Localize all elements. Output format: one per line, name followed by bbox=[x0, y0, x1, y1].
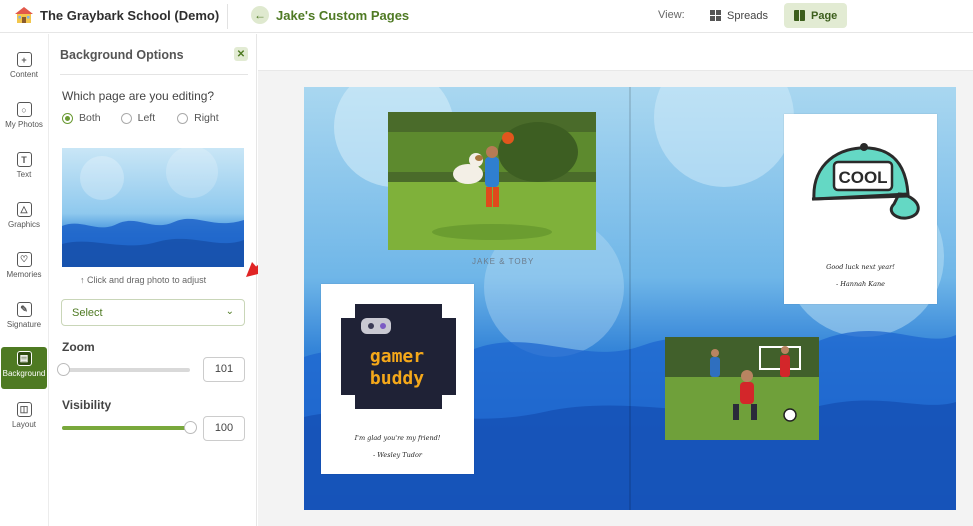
project-title: Jake's Custom Pages bbox=[276, 8, 410, 23]
panel-title: Background Options bbox=[60, 48, 184, 62]
plus-circle-icon: + bbox=[16, 52, 32, 67]
cool-cap-graphic: COOL bbox=[811, 143, 920, 220]
grid-icon bbox=[710, 10, 721, 21]
school-title: The Graybark School (Demo) bbox=[40, 7, 220, 23]
signature-card-left[interactable]: gamer buddy I'm glad you're my friend! -… bbox=[321, 284, 474, 474]
school-brand[interactable]: The Graybark School (Demo) bbox=[14, 6, 219, 24]
shapes-icon: △ bbox=[16, 202, 32, 217]
rail-item-label: Signature bbox=[6, 320, 42, 329]
background-preview[interactable] bbox=[62, 148, 244, 267]
card-signature: - Wesley Tudor bbox=[373, 451, 422, 459]
rail-item-label: Graphics bbox=[7, 220, 40, 229]
rail-item-label: My Photos bbox=[5, 120, 43, 129]
rail-item-label: Text bbox=[16, 170, 32, 179]
radio-left[interactable]: Left bbox=[120, 112, 156, 124]
view-page-label: Page bbox=[811, 9, 838, 22]
visibility-slider[interactable] bbox=[62, 421, 197, 434]
header-divider bbox=[227, 4, 228, 29]
view-page-button[interactable]: Page bbox=[784, 3, 848, 28]
canvas-toolbar bbox=[258, 34, 973, 71]
gamer-buddy-graphic: gamer buddy bbox=[341, 304, 456, 409]
select-value: Select bbox=[72, 307, 103, 319]
view-spreads-button[interactable]: Spreads bbox=[700, 3, 778, 28]
panel-header: Background Options ✕ bbox=[60, 46, 248, 75]
radio-label: Right bbox=[194, 112, 219, 124]
signature-card-right[interactable]: COOL Good luck next year! - Hannah Kane bbox=[784, 114, 937, 304]
radio-both[interactable]: Both bbox=[62, 112, 101, 124]
background-icon: ▤ bbox=[16, 351, 32, 366]
school-house-icon bbox=[15, 7, 33, 23]
rail-item-layout[interactable]: ◫ Layout bbox=[1, 398, 47, 438]
page-spread[interactable]: JAKE & TOBY gamer buddy I'm glad you're … bbox=[304, 87, 956, 510]
radio-right[interactable]: Right bbox=[177, 112, 219, 124]
photos-icon: ○ bbox=[16, 102, 32, 117]
spread-fold bbox=[629, 87, 631, 510]
radio-label: Left bbox=[137, 112, 156, 124]
background-select[interactable]: Select ⌄ bbox=[61, 299, 245, 326]
view-spreads-label: Spreads bbox=[727, 9, 768, 22]
arrow-up-icon: ↑ bbox=[80, 275, 85, 285]
zoom-slider[interactable] bbox=[57, 363, 190, 376]
zoom-value-input[interactable]: 101 bbox=[203, 357, 245, 382]
radio-button[interactable] bbox=[62, 112, 73, 124]
card-message: Good luck next year! bbox=[826, 263, 895, 271]
rail-item-background[interactable]: ▤ Background bbox=[1, 347, 47, 389]
background-options-panel: Background Options ✕ Which page are you … bbox=[50, 34, 257, 526]
rail-item-label: Content bbox=[9, 70, 39, 79]
rail-item-my-photos[interactable]: ○ My Photos bbox=[1, 98, 47, 138]
pen-icon: ✎ bbox=[16, 302, 32, 317]
rail-item-content[interactable]: + Content bbox=[1, 48, 47, 88]
page-question: Which page are you editing? bbox=[62, 89, 215, 103]
text-icon: T bbox=[16, 152, 32, 167]
tool-rail: + Content ○ My Photos T Text △ Graphics … bbox=[0, 34, 49, 526]
graphic-text-gamer: gamer bbox=[370, 346, 424, 367]
rail-item-text[interactable]: T Text bbox=[1, 148, 47, 188]
photo-caption: JAKE & TOBY bbox=[472, 257, 535, 266]
rail-item-label: Memories bbox=[6, 270, 42, 279]
radio-label: Both bbox=[79, 112, 101, 124]
zoom-label: Zoom bbox=[62, 340, 95, 354]
chevron-down-icon: ⌄ bbox=[225, 306, 234, 317]
visibility-slider-thumb[interactable] bbox=[184, 421, 197, 434]
photo-soccer-kids[interactable] bbox=[665, 337, 819, 440]
radio-button[interactable] bbox=[120, 112, 132, 124]
page-icon bbox=[794, 10, 805, 21]
card-signature: - Hannah Kane bbox=[835, 280, 886, 288]
close-icon[interactable]: ✕ bbox=[234, 47, 248, 61]
rail-item-graphics[interactable]: △ Graphics bbox=[1, 198, 47, 238]
memories-icon: ♡ bbox=[16, 252, 32, 267]
rail-item-label: Layout bbox=[11, 420, 37, 429]
top-bar: The Graybark School (Demo) ← Jake's Cust… bbox=[0, 0, 973, 33]
radio-button[interactable] bbox=[177, 112, 189, 124]
zoom-slider-thumb[interactable] bbox=[57, 363, 71, 376]
visibility-value-input[interactable]: 100 bbox=[203, 416, 245, 441]
page-radio-group: Both Left Right bbox=[62, 112, 233, 124]
photo-boy-dog[interactable] bbox=[388, 112, 596, 250]
rail-item-memories[interactable]: ♡ Memories bbox=[1, 248, 47, 288]
card-message: I'm glad you're my friend! bbox=[354, 434, 441, 442]
rail-item-label: Background bbox=[2, 369, 46, 378]
visibility-slider-fill bbox=[62, 426, 190, 430]
layout-icon: ◫ bbox=[16, 402, 32, 417]
graphic-text-cool: COOL bbox=[838, 168, 887, 187]
rail-item-signature[interactable]: ✎ Signature bbox=[1, 298, 47, 338]
drag-hint-text: Click and drag photo to adjust bbox=[87, 275, 207, 285]
visibility-label: Visibility bbox=[62, 398, 112, 412]
canvas-area: JAKE & TOBY gamer buddy I'm glad you're … bbox=[258, 34, 973, 526]
view-label: View: bbox=[658, 9, 685, 21]
back-arrow-icon[interactable]: ← bbox=[251, 6, 269, 24]
graphic-text-buddy: buddy bbox=[370, 368, 424, 389]
drag-hint: ↑ Click and drag photo to adjust bbox=[80, 275, 206, 285]
